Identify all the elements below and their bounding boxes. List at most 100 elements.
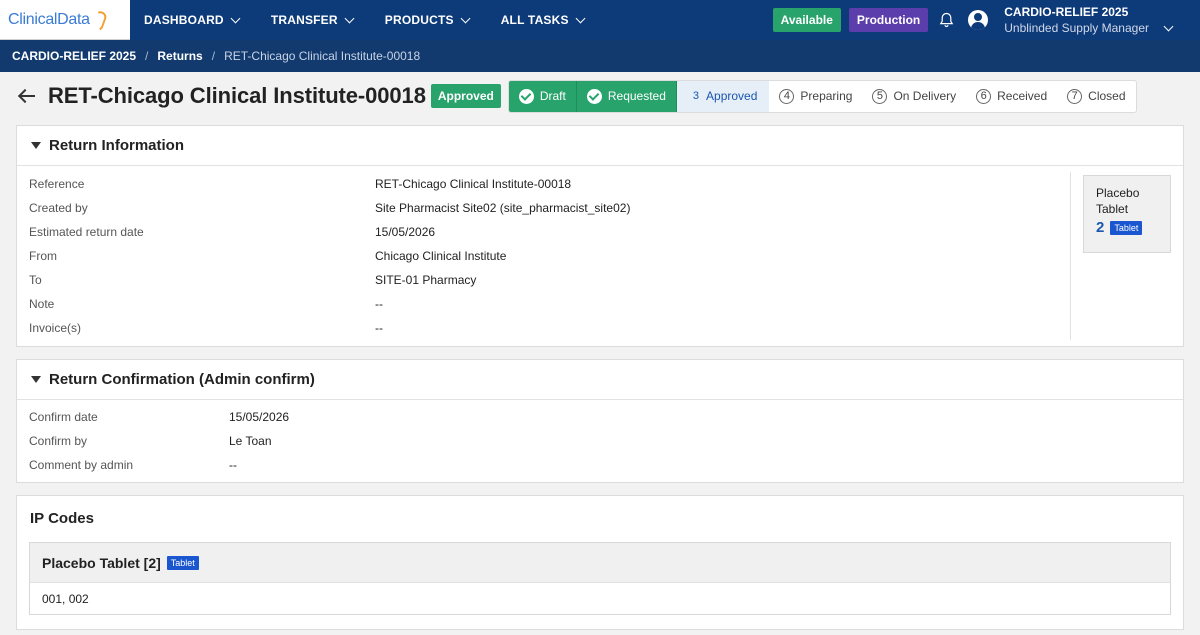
user-study: CARDIO-RELIEF 2025	[1004, 5, 1129, 19]
tablet-tag: Tablet	[1110, 220, 1143, 235]
info-value: Site Pharmacist Site02 (site_pharmacist_…	[375, 201, 631, 215]
info-label: Comment by admin	[29, 458, 134, 472]
title-row: RET-Chicago Clinical Institute-00018 App…	[0, 72, 1200, 120]
breadcrumb-current: RET-Chicago Clinical Institute-00018	[224, 49, 421, 63]
summary-product-name: Placebo Tablet	[1096, 186, 1140, 216]
info-value: 15/05/2026	[229, 410, 290, 424]
logo-mark-icon	[91, 11, 103, 29]
step-label: Draft	[539, 89, 566, 103]
breadcrumb-separator: /	[145, 49, 149, 63]
main-menu: DASHBOARD TRANSFER PRODUCTS ALL TASKS	[144, 0, 616, 40]
info-label: Estimated return date	[29, 225, 144, 239]
panel-title: Return Confirmation (Admin confirm)	[49, 371, 315, 388]
step-number: 6	[976, 88, 992, 104]
chevron-down-icon	[344, 13, 355, 23]
return-information-header[interactable]: Return Information	[17, 126, 1183, 166]
ip-group-header: Placebo Tablet [2] Tablet	[30, 543, 1170, 583]
nav-dashboard-label: DASHBOARD	[144, 13, 224, 27]
info-row-invoices: Invoice(s) --	[29, 316, 1070, 340]
info-list: Reference RET-Chicago Clinical Institute…	[29, 172, 1071, 340]
chevron-down-icon	[575, 13, 586, 23]
nav-all-tasks-label: ALL TASKS	[500, 13, 569, 27]
nav-right: Available Production CARDIO-RELIEF 2025 …	[772, 0, 1200, 40]
step-label: Approved	[706, 89, 758, 103]
info-value: --	[375, 297, 383, 311]
status-stepper: Draft Requested 3 Approved 4 Preparing 5…	[507, 79, 1137, 113]
return-confirmation-panel: Return Confirmation (Admin confirm) Conf…	[16, 359, 1184, 483]
confirm-row-by: Confirm by Le Toan	[29, 429, 1159, 453]
product-summary-card: Placebo Tablet 2 Tablet	[1083, 175, 1171, 253]
info-value: 15/05/2026	[375, 225, 436, 239]
step-number: 5	[872, 88, 888, 104]
chevron-down-icon	[1163, 21, 1174, 31]
confirm-row-comment: Comment by admin --	[29, 453, 1159, 477]
info-row-created-by: Created by Site Pharmacist Site02 (site_…	[29, 196, 1070, 220]
available-badge: Available	[772, 8, 841, 32]
step-label: Requested	[607, 89, 666, 103]
nav-transfer-label: TRANSFER	[270, 13, 338, 27]
step-on-delivery: 5 On Delivery	[862, 81, 966, 112]
summary-qty-row: 2 Tablet	[1096, 219, 1170, 236]
info-label: Created by	[29, 201, 88, 215]
breadcrumb: CARDIO-RELIEF 2025 / Returns / RET-Chica…	[0, 40, 1200, 72]
logo[interactable]: ClinicalData	[0, 0, 130, 40]
ip-code-list: 001, 002	[42, 591, 89, 606]
step-received: 6 Received	[966, 81, 1057, 112]
step-approved: 3 Approved	[676, 80, 770, 112]
nav-products-label: PRODUCTS	[384, 13, 454, 27]
breadcrumb-study[interactable]: CARDIO-RELIEF 2025	[12, 49, 136, 63]
nav-products[interactable]: PRODUCTS	[384, 13, 471, 27]
chevron-down-icon	[230, 13, 241, 23]
step-label: Closed	[1088, 89, 1126, 103]
info-row-reference: Reference RET-Chicago Clinical Institute…	[29, 172, 1070, 196]
caret-down-icon	[31, 142, 41, 149]
info-row-to: To SITE-01 Pharmacy	[29, 268, 1070, 292]
info-row-note: Note --	[29, 292, 1070, 316]
user-avatar-icon[interactable]	[968, 10, 989, 30]
step-label: Preparing	[800, 89, 853, 103]
info-value: RET-Chicago Clinical Institute-00018	[375, 177, 572, 191]
logo-text: ClinicalData	[8, 10, 90, 28]
tablet-tag: Tablet	[166, 555, 199, 570]
step-draft: Draft	[508, 80, 577, 112]
return-information-panel: Return Information Reference RET-Chicago…	[16, 125, 1184, 347]
info-label: Confirm date	[29, 410, 98, 424]
user-menu[interactable]: CARDIO-RELIEF 2025 Unblinded Supply Mana…	[1004, 5, 1174, 35]
page-title: RET-Chicago Clinical Institute-00018	[48, 83, 426, 108]
caret-down-icon	[31, 376, 41, 383]
nav-dashboard[interactable]: DASHBOARD	[144, 13, 241, 27]
info-value: Le Toan	[229, 434, 272, 448]
ip-group: Placebo Tablet [2] Tablet 001, 002	[29, 542, 1171, 615]
panel-title: Return Information	[49, 137, 184, 154]
user-role-row: Unblinded Supply Manager	[1004, 21, 1174, 35]
production-badge: Production	[848, 8, 929, 32]
return-confirmation-header[interactable]: Return Confirmation (Admin confirm)	[17, 360, 1183, 400]
step-number: 4	[779, 88, 795, 104]
step-number: 3	[692, 90, 700, 102]
nav-all-tasks[interactable]: ALL TASKS	[500, 13, 586, 27]
ip-codes-panel: IP Codes Placebo Tablet [2] Tablet 001, …	[16, 495, 1184, 630]
step-label: Received	[997, 89, 1048, 103]
ip-group-title: Placebo Tablet [2]	[42, 554, 161, 571]
top-nav: ClinicalData DASHBOARD TRANSFER PRODUCTS…	[0, 0, 1200, 40]
nav-transfer[interactable]: TRANSFER	[270, 13, 355, 27]
info-label: From	[29, 249, 57, 263]
info-value: --	[375, 321, 383, 335]
info-value: --	[229, 458, 237, 472]
step-requested: Requested	[576, 80, 677, 112]
return-confirmation-body: Confirm date 15/05/2026 Confirm by Le To…	[17, 400, 1183, 482]
summary-quantity: 2	[1096, 219, 1105, 236]
bell-icon[interactable]	[938, 12, 954, 28]
info-row-estimated-return-date: Estimated return date 15/05/2026	[29, 220, 1070, 244]
ip-codes-header: IP Codes	[17, 496, 1183, 540]
info-value: Chicago Clinical Institute	[375, 249, 507, 263]
user-role: Unblinded Supply Manager	[1004, 21, 1149, 35]
step-number: 7	[1067, 88, 1083, 104]
info-label: To	[29, 273, 42, 287]
breadcrumb-separator: /	[211, 49, 216, 63]
confirm-list: Confirm date 15/05/2026 Confirm by Le To…	[29, 405, 1159, 477]
back-arrow-icon[interactable]	[18, 89, 36, 103]
info-value: SITE-01 Pharmacy	[375, 273, 477, 287]
breadcrumb-returns[interactable]: Returns	[157, 49, 202, 63]
chevron-down-icon	[460, 13, 471, 23]
